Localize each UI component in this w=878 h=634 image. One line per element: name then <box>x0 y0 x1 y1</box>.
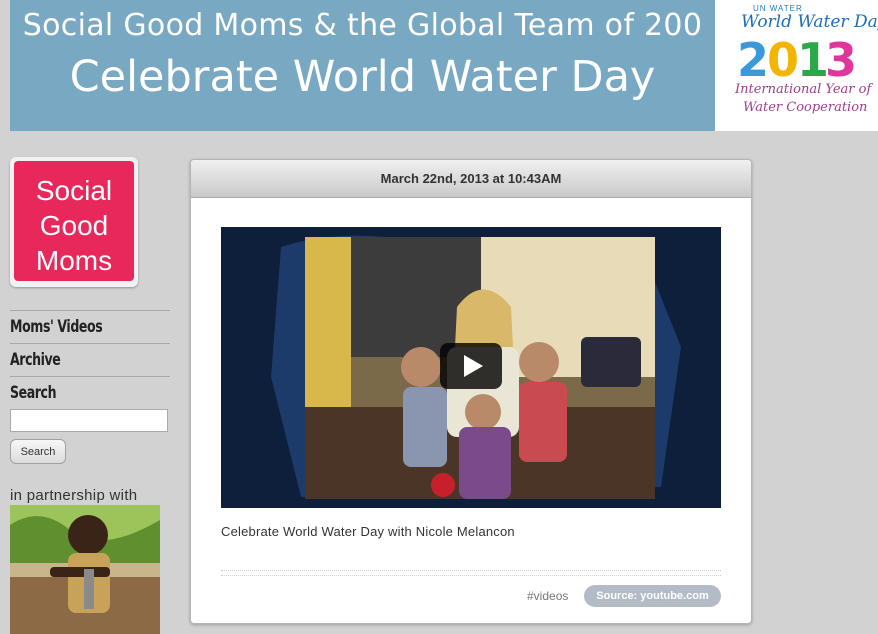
year-digit-3: 3 <box>825 34 857 82</box>
post-card: March 22nd, 2013 at 10:43AM Celebrate Wo <box>190 159 752 624</box>
header-banner: Social Good Moms & the Global Team of 20… <box>10 0 715 131</box>
wwd-label: World Water Day <box>741 12 878 32</box>
sidebar-item-search: Search <box>10 376 170 409</box>
intl-year-line2: Water Cooperation <box>743 100 868 115</box>
partner-label: in partnership with <box>10 487 138 504</box>
video-player[interactable] <box>221 227 721 508</box>
logo-word-good: Good <box>39 210 109 241</box>
post-divider <box>221 570 721 576</box>
search-button[interactable]: Search <box>10 439 66 464</box>
partner-image[interactable] <box>10 505 160 634</box>
nav-label: Archive <box>10 350 61 370</box>
logo-text-block: Social Good Moms <box>14 161 134 281</box>
search-input[interactable] <box>10 409 168 432</box>
post-date: March 22nd, 2013 at 10:43AM <box>191 160 751 198</box>
sidebar-item-archive[interactable]: Archive <box>10 343 170 376</box>
video-thumbnail <box>221 227 721 508</box>
post-caption: Celebrate World Water Day with Nicole Me… <box>221 524 515 539</box>
banner-title: Celebrate World Water Day <box>69 52 656 102</box>
social-good-moms-logo[interactable]: Social Good Moms <box>10 157 138 287</box>
tag-link-videos[interactable]: #videos <box>527 589 568 603</box>
logo-word-social: Social <box>35 175 113 206</box>
source-button[interactable]: Source: youtube.com <box>584 585 721 607</box>
year-digit-2: 2 <box>737 34 769 82</box>
world-water-day-logo[interactable]: UN WATER World Water Day 2 0 1 3 Interna… <box>715 0 878 131</box>
nav-label: Moms' Videos <box>10 317 103 337</box>
year-digit-0: 0 <box>767 34 799 82</box>
nav-label: Search <box>10 383 57 403</box>
sidebar-item-moms-videos[interactable]: Moms' Videos <box>10 310 170 343</box>
child-at-tap-photo <box>10 505 160 634</box>
logo-word-moms: Moms <box>35 245 113 276</box>
intl-year-line1: International Year of <box>735 82 872 97</box>
year-2013-graphic: 2 0 1 3 <box>737 34 857 82</box>
banner-subtitle: Social Good Moms & the Global Team of 20… <box>22 8 703 43</box>
